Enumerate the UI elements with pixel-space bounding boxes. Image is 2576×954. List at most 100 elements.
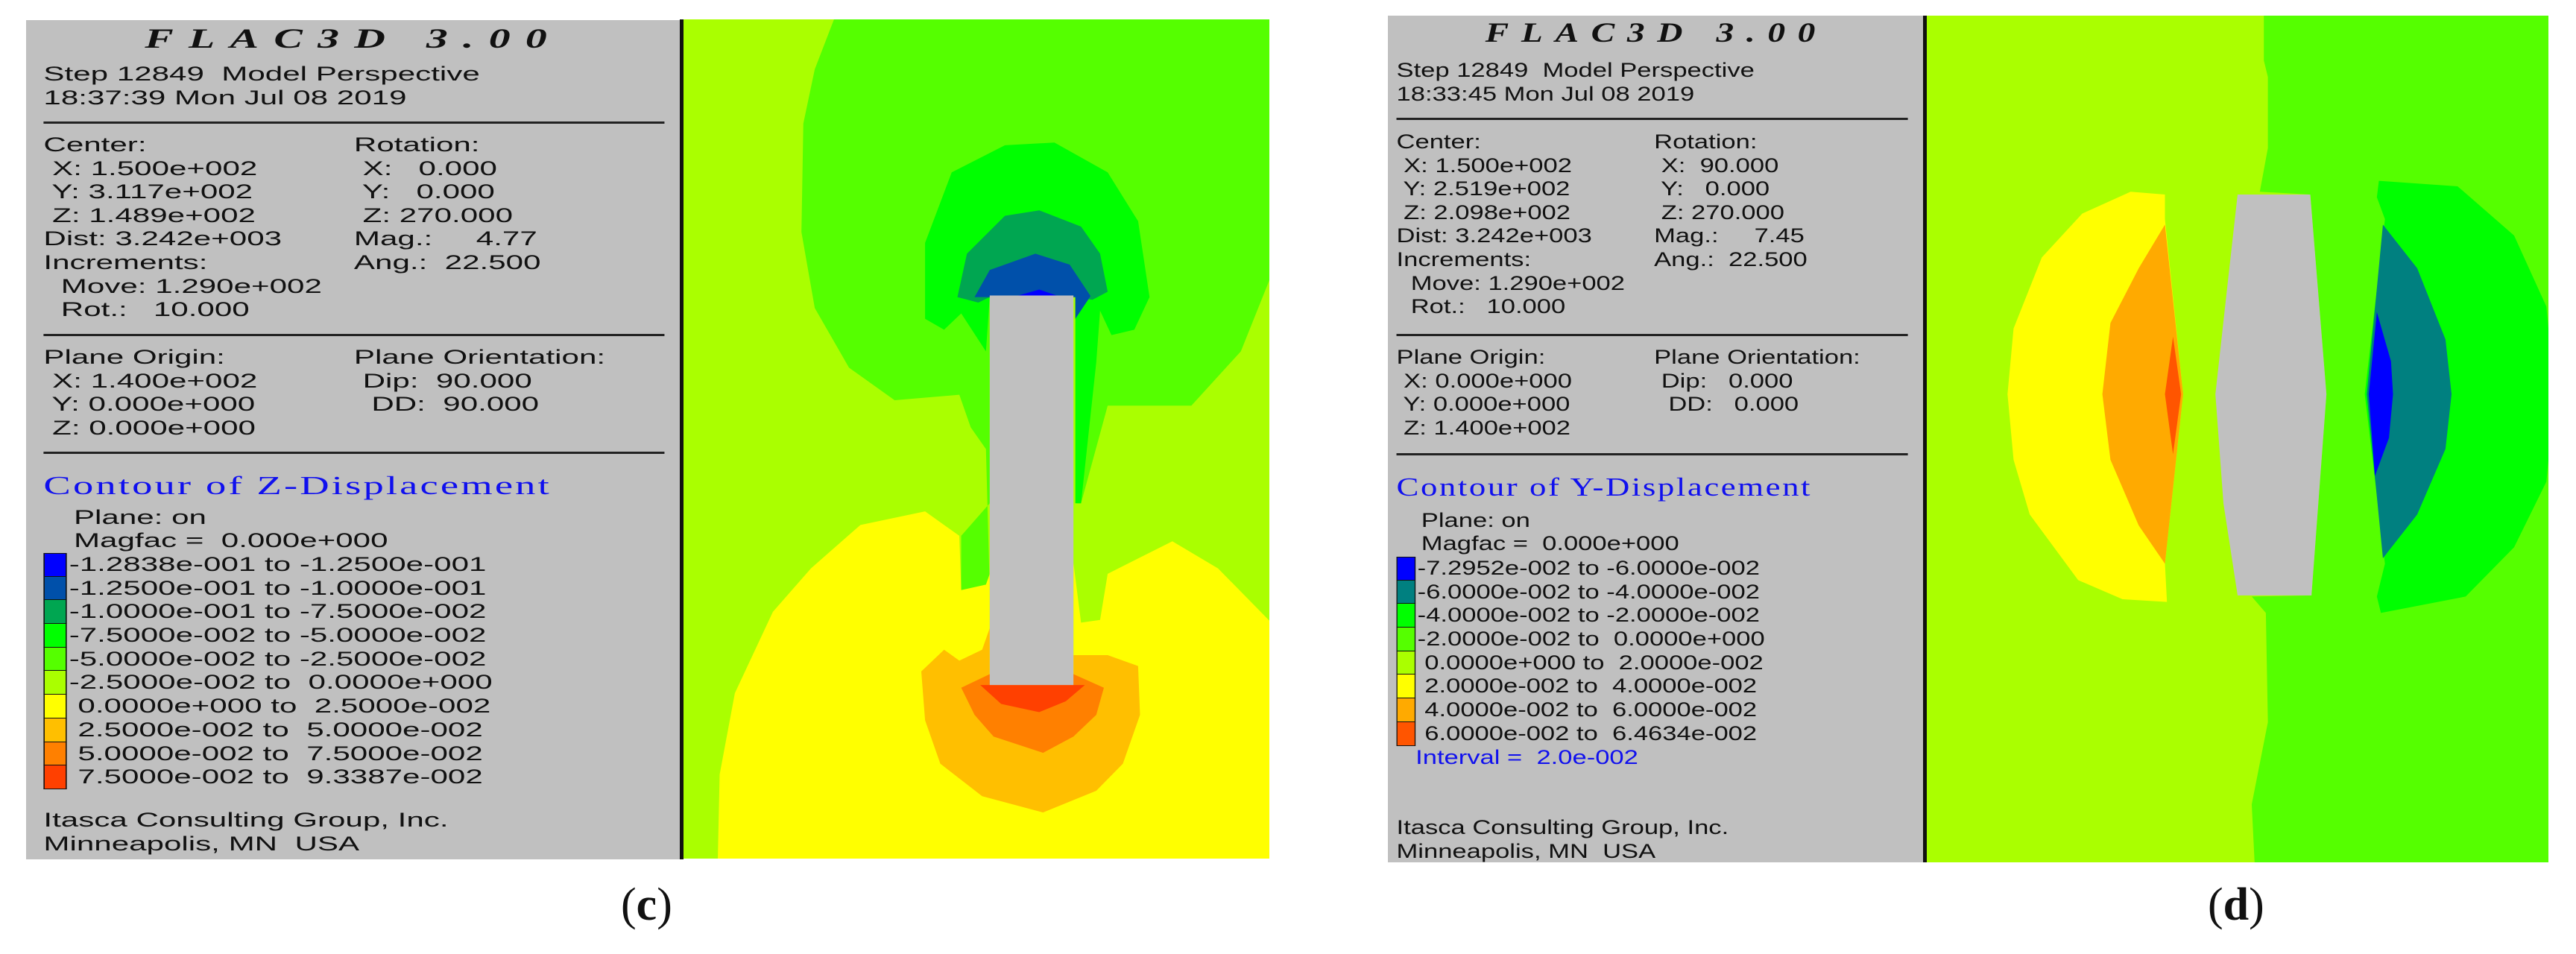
- app-title: FLAC3D 3.00: [145, 24, 563, 54]
- legend-item: 0.0000e+000 to 2.0000e-002: [1396, 651, 1778, 675]
- header-info: Step 12849 Model Perspective 18:37:39 Mon…: [43, 63, 479, 110]
- caption-letter: c: [636, 879, 657, 930]
- legend-swatch: [43, 624, 67, 648]
- view-center-info-line: X: 1.500e+002: [1396, 154, 1572, 177]
- plane-origin-info-line: X: 1.400e+002: [43, 369, 258, 392]
- legend-item: -4.0000e-002 to -2.0000e-002: [1396, 604, 1778, 628]
- legend-item: -5.0000e-002 to -2.5000e-002: [43, 647, 508, 672]
- legend-swatch: [43, 765, 67, 789]
- y-displacement-contour-plot: [1927, 16, 2548, 862]
- plane-origin-info-line: Z: 0.000e+000: [43, 416, 256, 439]
- legend-range: -4.0000e-002 to -2.0000e-002: [1417, 604, 1760, 627]
- panel-content: FLAC3D 3.00 Step 12849 Model Perspective 1…: [1388, 16, 1925, 862]
- legend-item: -1.0000e-001 to -7.5000e-002: [43, 600, 508, 625]
- magfac: Magfac = 0.000e+000: [1421, 532, 1679, 555]
- legend-swatch: [1396, 604, 1416, 628]
- view-rotation-info-line: Ang.: 22.500: [353, 250, 541, 274]
- legend-swatch: [1396, 628, 1416, 651]
- footer-line: Minneapolis, MN USA: [1396, 839, 1656, 862]
- caption-paren: ): [2249, 879, 2264, 930]
- legend-swatch: [43, 742, 67, 766]
- plane-origin-info-line: Y: 0.000e+000: [1396, 393, 1570, 416]
- legend-swatch: [1396, 580, 1416, 604]
- legend-item: -7.2952e-002 to -6.0000e-002: [1396, 557, 1778, 581]
- view-rotation-info-line: Y: 0.000: [1654, 177, 1770, 200]
- plane-orientation-info-line: DD: 90.000: [353, 393, 540, 416]
- divider-rule: [43, 121, 665, 124]
- legend-range: -7.2952e-002 to -6.0000e-002: [1417, 557, 1760, 579]
- plane-orientation-info-line: Dip: 90.000: [353, 369, 532, 392]
- legend-range: 0.0000e+000 to 2.0000e-002: [1417, 651, 1764, 674]
- plane-origin-info-line: Plane Origin:: [1396, 346, 1546, 368]
- legend-range: 7.5000e-002 to 9.3387e-002: [69, 765, 483, 789]
- legend-swatch: [1396, 675, 1416, 699]
- divider-rule: [1396, 118, 1908, 120]
- legend-item: -1.2500e-001 to -1.0000e-001: [43, 576, 508, 601]
- legend-range: 2.5000e-002 to 5.0000e-002: [69, 718, 483, 741]
- view-center-info-line: Dist: 3.242e+003: [1396, 224, 1592, 247]
- figure-caption-d: (d): [2208, 876, 2264, 933]
- legend-item: -1.2838e-001 to -1.2500e-001: [43, 553, 508, 577]
- legend-swatch: [1396, 721, 1416, 746]
- legend-item: 5.0000e-002 to 7.5000e-002: [43, 742, 508, 766]
- view-center-info-line: Center:: [43, 133, 147, 156]
- plane-origin-info: Plane Origin: X: 1.400e+002 Y: 0.000e+00…: [43, 346, 257, 440]
- legend-range: -1.0000e-001 to -7.5000e-002: [69, 600, 487, 623]
- legend-item: 4.0000e-002 to 6.0000e-002: [1396, 698, 1778, 722]
- legend-range: -5.0000e-002 to -2.5000e-002: [69, 647, 487, 670]
- legend-range: 4.0000e-002 to 6.0000e-002: [1417, 698, 1758, 721]
- view-rotation-info-line: Z: 270.000: [1654, 200, 1784, 224]
- view-rotation-info-line: Y: 0.000: [353, 180, 495, 203]
- contour-legend: -7.2952e-002 to -6.0000e-002 -6.0000e-002…: [1396, 557, 1778, 769]
- caption-letter: d: [2223, 879, 2250, 930]
- plane-orientation-info-line: Plane Orientation:: [353, 346, 606, 368]
- view-center-info-line: Rot.: 10.000: [1396, 295, 1566, 318]
- plane-origin-info-line: Z: 1.400e+002: [1396, 416, 1570, 439]
- caption-paren: ): [657, 879, 672, 930]
- contour-title: Contour of Z-Displacement: [43, 471, 552, 500]
- divider-rule: [1396, 334, 1908, 336]
- legend-item: 0.0000e+000 to 2.5000e-002: [43, 695, 508, 718]
- view-rotation-info-line: Ang.: 22.500: [1654, 247, 1808, 271]
- legend-range: 0.0000e+000 to 2.5000e-002: [69, 695, 491, 718]
- legend-range: 6.0000e-002 to 6.4634e-002: [1417, 721, 1758, 745]
- copyright-footer: Itasca Consulting Group, Inc. Minneapolis…: [1397, 816, 1729, 862]
- legend-swatch: [43, 718, 67, 742]
- caption-paren: (: [2208, 879, 2223, 930]
- divider-rule: [43, 452, 665, 454]
- plane-orientation-info-line: Dip: 0.000: [1654, 369, 1793, 392]
- view-center-info: Center: X: 1.500e+002 Y: 3.117e+002 Z: 1…: [43, 133, 322, 322]
- view-rotation-info: Rotation: X: 0.000 Y: 0.000 Z: 270.000 Ma…: [354, 133, 541, 275]
- info-panel-c: FLAC3D 3.00 Step 12849 Model Perspective 1…: [26, 20, 681, 859]
- legend-swatch: [43, 576, 67, 601]
- legend-swatch: [43, 553, 67, 577]
- legend-swatch: [43, 600, 67, 625]
- magfac: Magfac = 0.000e+000: [73, 529, 388, 552]
- caption-paren: (: [621, 879, 637, 930]
- view-center-info: Center: X: 1.500e+002 Y: 2.519e+002 Z: 2…: [1397, 130, 1625, 319]
- legend-range: 5.0000e-002 to 7.5000e-002: [69, 742, 483, 765]
- step-line: Step 12849 Model Perspective: [1396, 59, 1755, 81]
- view-rotation-info-line: Mag.: 7.45: [1654, 224, 1805, 247]
- view-center-info-line: Y: 3.117e+002: [43, 180, 253, 203]
- legend-range: -6.0000e-002 to -4.0000e-002: [1417, 580, 1760, 603]
- z-displacement-contour-plot: [684, 19, 1269, 859]
- divider-rule: [43, 334, 665, 336]
- view-center-info-line: Dist: 3.242e+003: [43, 227, 282, 250]
- legend-item: -2.5000e-002 to 0.0000e+000: [43, 671, 508, 695]
- view-rotation-info-line: Rotation:: [353, 133, 480, 156]
- plane-orientation-info-line: Plane Orientation:: [1654, 346, 1860, 368]
- contour-title: Contour of Y-Displacement: [1396, 473, 1813, 502]
- view-center-info-line: Y: 2.519e+002: [1396, 177, 1570, 200]
- plane-origin-info-line: Plane Origin:: [43, 346, 225, 368]
- contour-legend: -1.2838e-001 to -1.2500e-001 -1.2500e-001…: [43, 553, 508, 789]
- plane-orientation-info: Plane Orientation: Dip: 0.000 DD: 0.000: [1654, 346, 1860, 417]
- figure-caption-c: (c): [621, 876, 672, 933]
- plane-status: Plane: on: [1421, 509, 1530, 531]
- legend-swatch: [43, 647, 67, 672]
- panel-content: FLAC3D 3.00 Step 12849 Model Perspective 1…: [26, 20, 681, 859]
- plane-origin-info-line: Y: 0.000e+000: [43, 393, 256, 416]
- plane-orientation-info-line: DD: 0.000: [1654, 393, 1799, 416]
- view-rotation-info-line: Rotation:: [1654, 130, 1758, 153]
- legend-range: -2.0000e-002 to 0.0000e+000: [1417, 628, 1765, 651]
